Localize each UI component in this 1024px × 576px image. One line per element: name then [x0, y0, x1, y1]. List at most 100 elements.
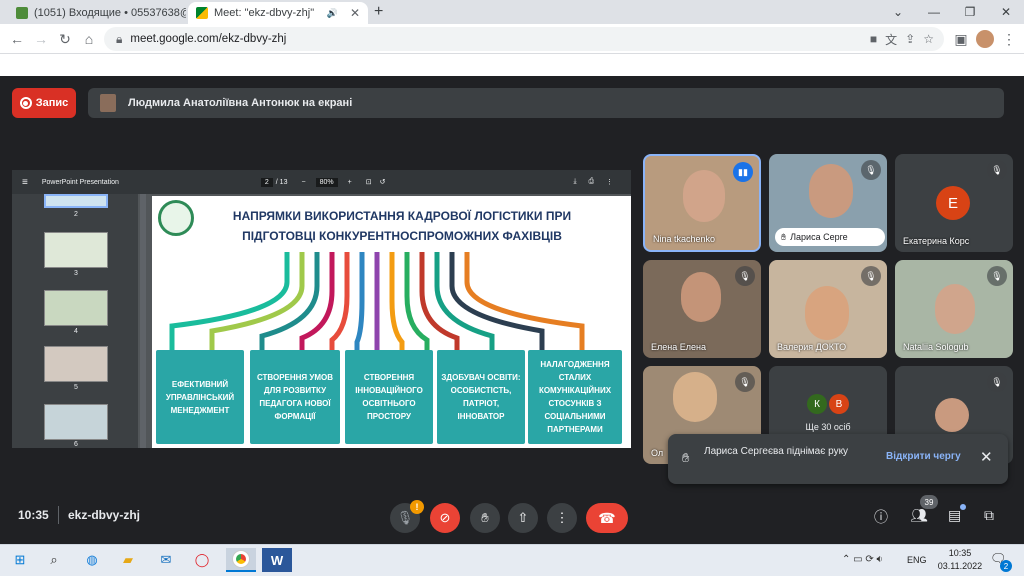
rotate-icon[interactable]: ↺	[380, 178, 386, 186]
close-tab-icon[interactable]: ✕	[350, 6, 360, 20]
thumbnail-scrollbar[interactable]	[140, 194, 146, 448]
close-notification-icon[interactable]: ✕	[980, 448, 993, 466]
participant-tile[interactable]: ▮▮ Nina tkachenko	[643, 154, 761, 252]
people-icon[interactable]: 👥︎	[910, 507, 928, 524]
pdf-title: PowerPoint Presentation	[41, 178, 119, 186]
taskbar-clock[interactable]: 10:35	[944, 548, 976, 558]
audio-playing-icon[interactable]: 🔊	[327, 8, 338, 19]
more-participants-label: Ще 30 осіб	[805, 422, 851, 432]
fit-page-icon[interactable]: ⊡	[366, 178, 372, 186]
chrome-icon[interactable]	[226, 548, 256, 572]
activities-icon[interactable]: ⧉	[984, 507, 994, 524]
presentation-area: ≡ PowerPoint Presentation 2 / 13 − 80% +…	[12, 170, 631, 448]
participant-tile[interactable]: 🎙︎ Елена Елена	[643, 260, 761, 358]
zoom-in-icon[interactable]: +	[348, 179, 352, 186]
page-thumbnail[interactable]	[44, 404, 108, 440]
hand-raised-icon: ✋︎	[682, 450, 690, 465]
mic-off-icon: 🎙︎	[987, 266, 1007, 286]
participant-tile[interactable]: 🎙︎ ✋︎ Лариса Серге	[769, 154, 887, 252]
mail-icon[interactable]: ✉	[154, 548, 178, 572]
speaking-indicator-icon: ▮▮	[733, 162, 753, 182]
participant-tile[interactable]: 🎙︎ Валерия ДОКТО	[769, 260, 887, 358]
taskbar-date[interactable]: 03.11.2022	[934, 561, 986, 571]
download-icon[interactable]: ⤓	[573, 178, 576, 186]
thumbnail-number: 4	[74, 328, 78, 335]
page-input[interactable]: 2	[260, 177, 273, 187]
slide-box: ЗДОБУВАЧ ОСВІТИ: ОСОБИСТІСТЬ, ПАТРІОТ, І…	[437, 350, 525, 444]
restore-icon[interactable]: ❐	[952, 0, 988, 24]
new-tab-button[interactable]: +	[374, 2, 390, 22]
system-tray-icons[interactable]: ⌃ ▭ ⟳ 🔉︎	[842, 554, 883, 565]
record-label: Запис	[35, 97, 69, 109]
participant-video	[681, 272, 721, 322]
url-text[interactable]: meet.google.com/ekz-dbvy-zhj	[130, 33, 286, 45]
browser-menu-icon[interactable]: ⋮	[1000, 30, 1018, 48]
edge-icon[interactable]: ◍	[80, 548, 104, 572]
tab-search-icon[interactable]: ⌄	[880, 0, 916, 24]
slide-page: НАПРЯМКИ ВИКОРИСТАННЯ КАДРОВОЇ ЛОГІСТИКИ…	[152, 196, 631, 448]
windows-start-icon[interactable]: ⊞	[8, 548, 32, 572]
chat-unread-dot	[960, 504, 966, 510]
participant-video	[673, 372, 717, 422]
participant-video	[805, 286, 849, 340]
page-thumbnail[interactable]	[44, 290, 108, 326]
participant-tile[interactable]: 🎙︎ Nataliia Sologub	[895, 260, 1013, 358]
mic-off-icon: 🎙︎	[861, 266, 881, 286]
opera-icon[interactable]: ◯	[190, 548, 214, 572]
share-icon[interactable]: ⇪	[905, 32, 915, 46]
word-icon[interactable]: W	[262, 548, 292, 572]
gmail-favicon-icon	[16, 7, 28, 19]
slide-box: ЕФЕКТИВНИЙ УПРАВЛІНСЬКИЙ МЕНЕДЖМЕНТ	[156, 350, 244, 444]
meeting-code: ekz-dbvy-zhj	[68, 508, 141, 522]
address-toolbar: ← → ↻ ⌂ 🔒︎ meet.google.com/ekz-dbvy-zhj …	[0, 24, 1024, 54]
recording-button[interactable]: Запис	[12, 88, 76, 118]
tab-title: (1051) Входящие • 05537638@u	[34, 7, 186, 19]
presenter-avatar	[100, 94, 116, 112]
meeting-details-icon[interactable]: ⓘ	[874, 507, 888, 527]
slide-ribbons-graphic	[169, 252, 585, 350]
minimize-icon[interactable]: —	[916, 0, 952, 24]
side-panel-icon[interactable]: ▣	[952, 30, 970, 48]
participant-avatar: В	[829, 394, 849, 414]
zoom-input[interactable]: 80%	[315, 177, 338, 187]
people-count-badge: 39	[920, 495, 938, 509]
lock-icon[interactable]: 🔒︎	[116, 32, 122, 47]
more-options-button[interactable]: ⋮	[547, 503, 577, 533]
participant-tile[interactable]: E 🎙︎ Екатерина Корс	[895, 154, 1013, 252]
page-thumbnail[interactable]	[44, 194, 108, 208]
language-indicator[interactable]: ENG	[907, 555, 927, 565]
open-queue-button[interactable]: Відкрити чергу	[886, 451, 961, 462]
participant-avatar: E	[936, 186, 970, 220]
browser-tab-bar: (1051) Входящие • 05537638@u ✕ Meet: "ek…	[0, 0, 1024, 24]
participant-name: Nataliia Sologub	[903, 342, 969, 352]
leave-call-button[interactable]: ☎︎	[586, 503, 628, 533]
page-thumbnail[interactable]	[44, 232, 108, 268]
translate-icon[interactable]: 文	[885, 31, 897, 48]
home-icon[interactable]: ⌂	[80, 30, 98, 48]
back-arrow-icon[interactable]: ←	[8, 30, 26, 48]
forward-arrow-icon[interactable]: →	[32, 30, 50, 48]
mic-off-icon: 🎙︎	[396, 510, 414, 525]
file-explorer-icon[interactable]: ▰	[116, 548, 140, 572]
camera-toggle-button[interactable]: ⊘	[430, 503, 460, 533]
hang-up-icon: ☎︎	[598, 509, 616, 526]
zoom-out-icon[interactable]: −	[301, 179, 305, 186]
page-thumbnail[interactable]	[44, 346, 108, 382]
tab-gmail[interactable]: (1051) Входящие • 05537638@u ✕	[8, 2, 186, 24]
raise-hand-button[interactable]: ✋︎	[470, 503, 500, 533]
close-window-icon[interactable]: ✕	[988, 0, 1024, 24]
print-icon[interactable]: ⎙	[589, 178, 595, 186]
present-now-button[interactable]: ⇧	[508, 503, 538, 533]
camera-in-use-icon[interactable]: ■	[870, 32, 877, 46]
pdf-menu-icon[interactable]: ≡	[22, 177, 28, 188]
pdf-more-icon[interactable]: ⋮	[606, 178, 613, 186]
reload-icon[interactable]: ↻	[56, 30, 74, 48]
url-bar[interactable]: 🔒︎ meet.google.com/ekz-dbvy-zhj ■ 文 ⇪ ☆	[104, 27, 944, 51]
search-icon[interactable]: ⌕	[42, 548, 66, 572]
slide-box: СТВОРЕННЯ ІННОВАЦІЙНОГО ОСВІТНЬОГО ПРОСТ…	[345, 350, 433, 444]
chat-icon[interactable]: ▤	[948, 507, 961, 524]
tab-meet[interactable]: Meet: "ekz-dbvy-zhj" 🔊 ✕	[188, 2, 368, 24]
participant-name: Лариса Серге	[790, 232, 848, 242]
profile-avatar[interactable]	[976, 30, 994, 48]
bookmark-star-icon[interactable]: ☆	[923, 32, 934, 46]
